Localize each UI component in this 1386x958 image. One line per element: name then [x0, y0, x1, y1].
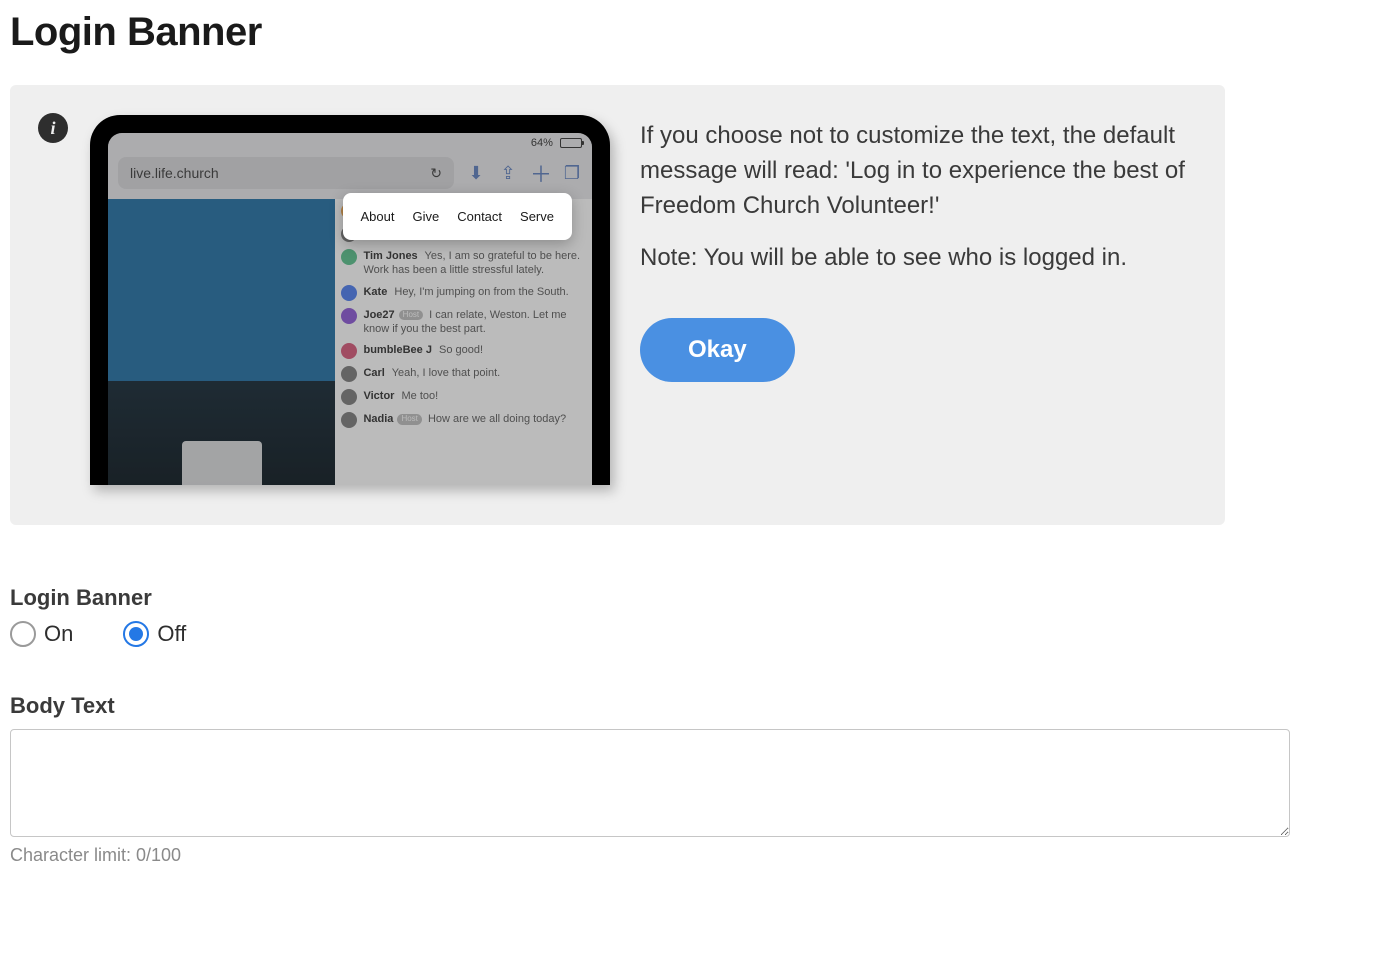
chat-avatar	[341, 249, 357, 265]
chat-line: Kate Hey, I'm jumping on from the South.	[341, 285, 586, 301]
tabs-icon: ❐	[562, 163, 582, 184]
page-title: Login Banner	[10, 10, 1376, 55]
info-description: If you choose not to customize the text,…	[640, 115, 1195, 485]
radio-on[interactable]	[10, 621, 36, 647]
chat-text: Joe27Host I can relate, Weston. Let me k…	[363, 308, 586, 337]
menu-item-give: Give	[412, 209, 439, 224]
status-bar: 64%	[108, 133, 592, 153]
menu-item-contact: Contact	[457, 209, 502, 224]
battery-icon	[560, 138, 582, 148]
chat-pane: Carl Of course!NadiaHost Preach pastor!T…	[335, 199, 592, 485]
download-icon: ⬇	[466, 163, 486, 184]
chat-text: NadiaHost How are we all doing today?	[363, 412, 566, 426]
radio-off[interactable]	[123, 621, 149, 647]
chat-line: Victor Me too!	[341, 389, 586, 405]
info-icon: i	[38, 113, 68, 143]
body-text-input[interactable]	[10, 729, 1290, 837]
radio-option-on[interactable]: On	[10, 621, 73, 647]
plus-icon: ＋	[530, 157, 550, 189]
okay-button[interactable]: Okay	[640, 318, 795, 382]
chat-avatar	[341, 389, 357, 405]
address-url: live.life.church	[130, 165, 219, 181]
radio-option-off[interactable]: Off	[123, 621, 186, 647]
form-section: Login Banner On Off Body Text Character …	[10, 585, 1376, 866]
menu-item-about: About	[361, 209, 395, 224]
radio-off-label: Off	[157, 621, 186, 647]
login-banner-radio-group: On Off	[10, 621, 1376, 647]
device-screen: 64% live.life.church ↻ ⬇ ⇪ ＋ ❐ About Giv…	[108, 133, 592, 485]
chat-text: Tim Jones Yes, I am so grateful to be he…	[363, 249, 586, 278]
battery-percentage: 64%	[531, 137, 553, 149]
chat-line: Tim Jones Yes, I am so grateful to be he…	[341, 249, 586, 278]
menu-popover: About Give Contact Serve	[343, 193, 573, 240]
address-bar: live.life.church ↻	[118, 157, 454, 189]
reload-icon: ↻	[430, 165, 442, 182]
chat-line: bumbleBee J So good!	[341, 343, 586, 359]
chat-text: Victor Me too!	[363, 389, 438, 403]
body-text-label: Body Text	[10, 693, 1376, 719]
info-panel: i 64% live.life.church ↻ ⬇ ⇪ ＋ ❐	[10, 85, 1225, 525]
share-icon: ⇪	[498, 163, 518, 184]
chat-text: bumbleBee J So good!	[363, 343, 483, 357]
info-paragraph-2: Note: You will be able to see who is log…	[640, 241, 1195, 276]
chat-line: NadiaHost How are we all doing today?	[341, 412, 586, 428]
chat-line: Joe27Host I can relate, Weston. Let me k…	[341, 308, 586, 337]
character-limit-text: Character limit: 0/100	[10, 845, 1376, 866]
chat-avatar	[341, 308, 357, 324]
device-frame: 64% live.life.church ↻ ⬇ ⇪ ＋ ❐ About Giv…	[90, 115, 610, 485]
chat-avatar	[341, 412, 357, 428]
radio-on-label: On	[44, 621, 73, 647]
chat-line: Carl Yeah, I love that point.	[341, 366, 586, 382]
chat-text: Carl Yeah, I love that point.	[363, 366, 500, 380]
chat-avatar	[341, 343, 357, 359]
chat-text: Kate Hey, I'm jumping on from the South.	[363, 285, 568, 299]
video-pane	[108, 199, 335, 485]
preview-content: Carl Of course!NadiaHost Preach pastor!T…	[108, 199, 592, 485]
menu-item-serve: Serve	[520, 209, 554, 224]
preview-column: 64% live.life.church ↻ ⬇ ⇪ ＋ ❐ About Giv…	[40, 115, 610, 485]
chat-avatar	[341, 285, 357, 301]
info-paragraph-1: If you choose not to customize the text,…	[640, 119, 1195, 223]
chat-avatar	[341, 366, 357, 382]
login-banner-toggle-label: Login Banner	[10, 585, 1376, 611]
